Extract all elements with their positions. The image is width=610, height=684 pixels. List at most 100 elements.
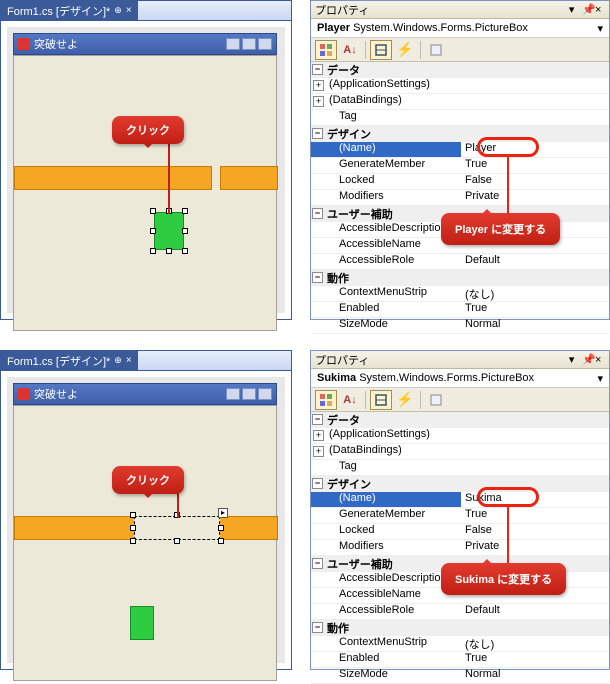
- tab-form-designer[interactable]: Form1.cs [デザイン]* ⊕ ×: [1, 351, 138, 371]
- property-row[interactable]: +(ApplicationSettings): [311, 428, 609, 444]
- tab-form-designer[interactable]: Form1.cs [デザイン]* ⊕ ×: [1, 1, 138, 21]
- object-selector[interactable]: Sukima System.Windows.Forms.PictureBox ▾: [311, 369, 609, 388]
- property-row[interactable]: ContextMenuStrip (なし): [311, 286, 609, 302]
- property-value[interactable]: Normal: [465, 668, 500, 680]
- category-row[interactable]: −デザイン: [311, 126, 609, 142]
- property-value[interactable]: (なし): [465, 289, 494, 301]
- category-row[interactable]: −デザイン: [311, 476, 609, 492]
- pin-icon[interactable]: ⊕: [114, 5, 122, 16]
- object-selector[interactable]: Player System.Windows.Forms.PictureBox ▾: [311, 19, 609, 38]
- minimize-icon[interactable]: [226, 38, 240, 50]
- chevron-down-icon[interactable]: ▾: [597, 22, 603, 35]
- close-icon[interactable]: ×: [595, 4, 605, 14]
- form-body[interactable]: クリック: [13, 55, 277, 331]
- property-pages-button[interactable]: [425, 40, 447, 60]
- events-button[interactable]: ⚡: [394, 40, 416, 60]
- dropdown-icon[interactable]: ▾: [569, 353, 579, 363]
- expand-icon[interactable]: +: [313, 446, 324, 457]
- minimize-icon[interactable]: [226, 388, 240, 400]
- property-value[interactable]: True: [465, 302, 487, 314]
- category-row[interactable]: −データ: [311, 62, 609, 78]
- expand-icon[interactable]: −: [312, 558, 323, 569]
- property-row[interactable]: Locked False: [311, 524, 609, 540]
- property-value[interactable]: Player: [465, 142, 496, 154]
- picturebox-sukima[interactable]: [134, 516, 220, 540]
- property-row[interactable]: +(ApplicationSettings): [311, 78, 609, 94]
- property-row[interactable]: Enabled True: [311, 302, 609, 318]
- property-row[interactable]: (Name) Player: [311, 142, 609, 158]
- property-value[interactable]: False: [465, 174, 492, 186]
- property-row[interactable]: Modifiers Private: [311, 540, 609, 556]
- maximize-icon[interactable]: [242, 388, 256, 400]
- property-row[interactable]: SizeMode Normal: [311, 668, 609, 684]
- form-titlebar[interactable]: 突破せよ: [13, 33, 277, 55]
- expand-icon[interactable]: −: [312, 478, 323, 489]
- form-body[interactable]: ▸ クリック: [13, 405, 277, 681]
- property-value[interactable]: Private: [465, 190, 499, 202]
- property-row[interactable]: Tag: [311, 110, 609, 126]
- alphabetical-button[interactable]: A↓: [339, 390, 361, 410]
- property-value[interactable]: (なし): [465, 639, 494, 651]
- dropdown-icon[interactable]: ▾: [569, 3, 579, 13]
- property-value[interactable]: Default: [465, 604, 500, 616]
- close-window-icon[interactable]: [258, 388, 272, 400]
- category-row[interactable]: −動作: [311, 620, 609, 636]
- property-row[interactable]: GenerateMember True: [311, 158, 609, 174]
- expand-icon[interactable]: −: [312, 208, 323, 219]
- property-row[interactable]: AccessibleRole Default: [311, 604, 609, 620]
- property-row[interactable]: Enabled True: [311, 652, 609, 668]
- properties-button[interactable]: [370, 40, 392, 60]
- expand-icon[interactable]: −: [312, 64, 323, 75]
- property-value[interactable]: False: [465, 524, 492, 536]
- property-row[interactable]: AccessibleRole Default: [311, 254, 609, 270]
- properties-button[interactable]: [370, 390, 392, 410]
- close-icon[interactable]: ×: [126, 5, 132, 16]
- close-icon[interactable]: ×: [126, 355, 132, 366]
- expand-icon[interactable]: −: [312, 414, 323, 425]
- maximize-icon[interactable]: [242, 38, 256, 50]
- alphabetical-button[interactable]: A↓: [339, 40, 361, 60]
- chevron-down-icon[interactable]: ▾: [597, 372, 603, 385]
- property-pages-button[interactable]: [425, 390, 447, 410]
- expand-icon[interactable]: −: [312, 622, 323, 633]
- property-row[interactable]: SizeMode Normal: [311, 318, 609, 334]
- smarttag-icon[interactable]: ▸: [218, 508, 228, 518]
- property-row[interactable]: +(DataBindings): [311, 444, 609, 460]
- property-grid[interactable]: −データ +(ApplicationSettings) +(DataBindin…: [311, 412, 609, 684]
- form-titlebar[interactable]: 突破せよ: [13, 383, 277, 405]
- expand-icon[interactable]: +: [313, 430, 324, 441]
- property-row[interactable]: ContextMenuStrip (なし): [311, 636, 609, 652]
- property-row[interactable]: Locked False: [311, 174, 609, 190]
- pin-icon[interactable]: 📌: [582, 353, 592, 363]
- expand-icon[interactable]: +: [313, 96, 324, 107]
- close-window-icon[interactable]: [258, 38, 272, 50]
- categorized-button[interactable]: [315, 40, 337, 60]
- category-row[interactable]: −データ: [311, 412, 609, 428]
- property-row[interactable]: GenerateMember True: [311, 508, 609, 524]
- close-icon[interactable]: ×: [595, 354, 605, 364]
- property-grid[interactable]: −データ +(ApplicationSettings) +(DataBindin…: [311, 62, 609, 334]
- categorized-button[interactable]: [315, 390, 337, 410]
- pin-icon[interactable]: ⊕: [114, 355, 122, 366]
- expand-icon[interactable]: −: [312, 272, 323, 283]
- property-value[interactable]: True: [465, 508, 487, 520]
- property-row[interactable]: (Name) Sukima: [311, 492, 609, 508]
- picturebox-player[interactable]: [154, 212, 184, 250]
- pin-icon[interactable]: 📌: [582, 3, 592, 13]
- property-value[interactable]: Default: [465, 254, 500, 266]
- property-row[interactable]: Modifiers Private: [311, 190, 609, 206]
- category-row[interactable]: −動作: [311, 270, 609, 286]
- property-value[interactable]: True: [465, 158, 487, 170]
- property-value[interactable]: Normal: [465, 318, 500, 330]
- property-value[interactable]: Private: [465, 540, 499, 552]
- events-button[interactable]: ⚡: [394, 390, 416, 410]
- design-surface[interactable]: 突破せよ クリック: [7, 27, 285, 313]
- property-row[interactable]: Tag: [311, 460, 609, 476]
- property-value[interactable]: True: [465, 652, 487, 664]
- design-surface[interactable]: 突破せよ ▸ クリック: [7, 377, 285, 663]
- expand-icon[interactable]: −: [312, 128, 323, 139]
- property-row[interactable]: +(DataBindings): [311, 94, 609, 110]
- property-value[interactable]: Sukima: [465, 492, 502, 504]
- picturebox-player[interactable]: [130, 606, 154, 640]
- expand-icon[interactable]: +: [313, 80, 324, 91]
